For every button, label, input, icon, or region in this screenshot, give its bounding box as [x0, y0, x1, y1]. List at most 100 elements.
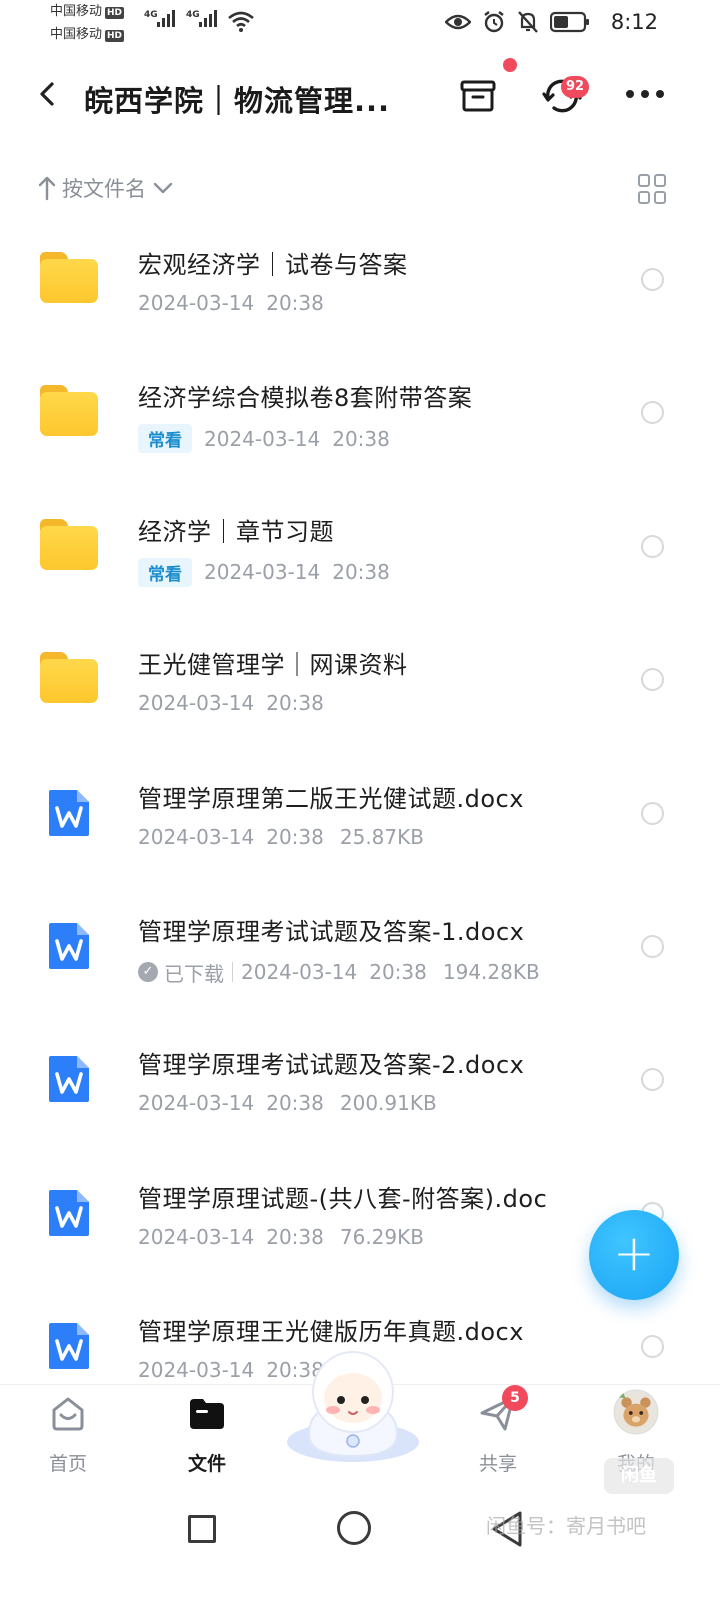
- alarm-icon: [484, 11, 504, 33]
- add-button[interactable]: +: [589, 1210, 679, 1300]
- watermark-logo: 闲鱼: [604, 1458, 674, 1494]
- check-circle-icon: ✓: [138, 962, 158, 983]
- word-doc-icon: [49, 1056, 89, 1103]
- select-radio[interactable]: [641, 401, 664, 425]
- page-title: 皖西学院｜物流管理...: [84, 84, 391, 118]
- file-size: 194.28KB: [442, 960, 540, 985]
- nav-home-label: 首页: [48, 1453, 87, 1475]
- home-system-icon[interactable]: [337, 1511, 371, 1545]
- word-doc-icon: [49, 1323, 89, 1370]
- select-radio[interactable]: [641, 1335, 664, 1359]
- hd-badge-1: HD: [105, 7, 125, 19]
- list-item[interactable]: 管理学原理考试试题及答案-1.docx ✓ 已下载 2024-03-14 20:38 19…: [0, 879, 720, 1012]
- file-size: 76.29KB: [339, 1224, 424, 1249]
- signal-1-icon: [157, 10, 175, 27]
- list-item[interactable]: 管理学原理考试试题及答案-2.docx 2024-03-14 20:38 200.91…: [0, 1012, 720, 1145]
- system-nav-bar: [0, 1490, 720, 1600]
- word-doc-icon: [49, 789, 89, 836]
- file-date: 2024-03-14: [138, 691, 255, 716]
- frequent-tag: 常看: [138, 424, 192, 454]
- select-radio[interactable]: [641, 801, 664, 825]
- sort-label: 按文件名: [62, 177, 146, 201]
- nav-home[interactable]: 首页: [18, 1385, 118, 1485]
- folder-icon: [190, 1399, 224, 1429]
- folder-icon: [40, 652, 98, 704]
- frequent-tag: 常看: [138, 557, 192, 587]
- file-name: 管理学原理王光健版历年真题.docx: [138, 1318, 524, 1347]
- carrier-1: 中国移动 HD: [50, 4, 125, 20]
- file-name: 管理学原理考试试题及答案-2.docx: [138, 1051, 525, 1080]
- file-name: 管理学原理试题-(共八套-附答案).doc: [138, 1184, 548, 1213]
- file-date: 2024-03-14: [138, 1224, 255, 1249]
- network-type-1: 4G: [144, 10, 158, 20]
- share-badge: 5: [502, 1385, 528, 1411]
- file-date: 2024-03-14: [204, 560, 321, 585]
- nav-files[interactable]: 文件: [157, 1385, 257, 1485]
- file-time: 20:38: [266, 291, 324, 315]
- list-item[interactable]: 经济学｜章节习题 常看 2024-03-14 20:38: [0, 479, 720, 612]
- file-meta: 2024-03-14 20:38 25.87KB: [138, 825, 424, 849]
- folder-icon: [40, 385, 98, 437]
- file-time: 20:38: [332, 426, 390, 451]
- status-bar: 中国移动 HD 中国移动 HD 4G 4G 8:12: [0, 0, 720, 48]
- file-meta: 常看 2024-03-14 20:38: [138, 424, 390, 454]
- hd-badge-2: HD: [105, 30, 125, 42]
- file-meta: 2024-03-14 20:38: [138, 291, 324, 315]
- list-item[interactable]: 经济学综合模拟卷8套附带答案 常看 2024-03-14 20:38: [0, 345, 720, 478]
- sort-button[interactable]: 按文件名: [38, 172, 174, 204]
- file-date: 2024-03-14: [138, 824, 255, 849]
- watermark-text: 闲鱼号：寄月书吧: [486, 1514, 646, 1538]
- divider: [232, 962, 233, 983]
- downloaded-label: 已下载: [164, 961, 224, 986]
- file-name: 管理学原理第二版王光健试题.docx: [138, 784, 524, 813]
- grid-view-icon[interactable]: [638, 174, 668, 204]
- list-item[interactable]: 管理学原理第二版王光健试题.docx 2024-03-14 20:38 25.87KB: [0, 746, 720, 879]
- status-time: 8:12: [610, 10, 658, 34]
- file-meta: 2024-03-14 20:38 200.91KB: [138, 1091, 437, 1115]
- recent-apps-icon[interactable]: [188, 1515, 216, 1543]
- nav-files-label: 文件: [187, 1453, 226, 1475]
- file-date: 2024-03-14: [138, 1358, 255, 1383]
- select-radio[interactable]: [641, 534, 664, 558]
- file-date: 2024-03-14: [204, 426, 321, 451]
- more-menu-icon[interactable]: [626, 84, 668, 104]
- select-radio[interactable]: [641, 1068, 664, 1092]
- file-time: 20:38: [332, 560, 390, 585]
- folder-icon: [40, 252, 98, 303]
- file-date: 2024-03-14: [138, 1091, 255, 1116]
- chevron-down-icon: [153, 182, 173, 194]
- back-arrow-icon[interactable]: [30, 76, 66, 112]
- wifi-icon: [228, 11, 254, 32]
- mute-icon: [518, 11, 538, 33]
- file-size: 200.91KB: [339, 1091, 437, 1116]
- file-meta: 2024-03-14 20:38: [138, 691, 324, 715]
- file-size: 25.87KB: [339, 824, 424, 849]
- list-item[interactable]: 宏观经济学｜试卷与答案 2024-03-14 20:38: [0, 212, 720, 345]
- file-meta: 常看 2024-03-14 20:38: [138, 557, 390, 587]
- sort-arrow-icon: [38, 176, 56, 201]
- archive-icon[interactable]: [458, 76, 498, 116]
- header: 皖西学院｜物流管理... 92: [0, 58, 720, 128]
- select-radio[interactable]: [641, 934, 664, 958]
- carrier-2: 中国移动 HD: [50, 27, 125, 43]
- carrier-1-label: 中国移动: [50, 4, 103, 19]
- file-meta: ✓ 已下载 2024-03-14 20:38 194.28KB: [138, 958, 540, 987]
- home-icon: [52, 1397, 84, 1431]
- file-time: 20:38: [266, 1224, 324, 1249]
- signal-2-icon: [199, 10, 217, 27]
- file-time: 20:38: [266, 824, 324, 849]
- list-item[interactable]: 王光健管理学｜网课资料 2024-03-14 20:38: [0, 612, 720, 745]
- ai-assistant-mascot[interactable]: [283, 1344, 423, 1462]
- nav-share[interactable]: 5 共享: [448, 1385, 548, 1485]
- downloaded-status: ✓ 已下载: [138, 958, 224, 987]
- notification-dot: [503, 58, 517, 72]
- sync-count-badge: 92: [561, 76, 589, 98]
- file-name: 经济学｜章节习题: [138, 517, 334, 546]
- select-radio[interactable]: [641, 268, 664, 291]
- carrier-2-label: 中国移动: [50, 27, 103, 42]
- file-date: 2024-03-14: [241, 960, 358, 985]
- avatar: [613, 1389, 659, 1435]
- word-doc-icon: [49, 1189, 89, 1236]
- file-time: 20:38: [266, 691, 324, 716]
- select-radio[interactable]: [641, 668, 664, 692]
